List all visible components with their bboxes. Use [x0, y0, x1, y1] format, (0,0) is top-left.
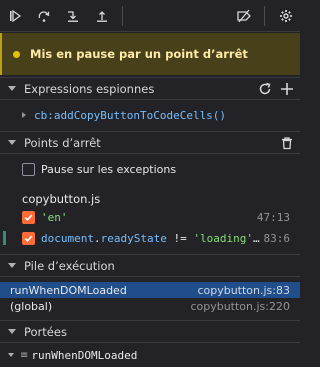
check-icon — [24, 234, 33, 242]
expand-triangle-icon — [8, 353, 14, 357]
pause-exceptions-label: Pause sur les exceptions — [41, 162, 177, 176]
breakpoint-row[interactable]: document.readyState != 'loading'… 83:6 — [0, 229, 300, 247]
function-scope-icon: ≡ — [20, 349, 29, 361]
scope-row[interactable]: ≡ runWhenDOMLoaded — [0, 347, 300, 363]
paused-banner: Mis en pause par un point d’arrêt — [0, 33, 300, 75]
watch-expression-text: cb:addCopyButtonToCodeCells() — [34, 108, 227, 122]
scopes-header[interactable]: Portées — [0, 320, 300, 343]
breakpoint-gutter-marker — [3, 231, 6, 245]
breakpoint-checkbox[interactable] — [22, 210, 35, 224]
breakpoint-checkbox[interactable] — [22, 231, 35, 245]
scopes-title: Portées — [24, 324, 67, 339]
trash-icon[interactable] — [278, 134, 296, 152]
deactivate-breakpoints-button[interactable] — [229, 0, 258, 32]
add-watch-icon[interactable] — [278, 80, 296, 98]
expand-triangle-icon — [8, 329, 16, 334]
watch-expressions-header[interactable]: Expressions espionnes — [0, 77, 300, 100]
deactivate-breakpoints-icon — [236, 9, 251, 22]
expand-triangle-icon — [8, 86, 16, 91]
pause-indicator-icon — [13, 50, 20, 58]
expand-triangle-icon — [8, 140, 16, 145]
scope-name: runWhenDOMLoaded — [31, 348, 138, 362]
breakpoint-line: 47:13 — [256, 210, 290, 224]
frame-location: copybutton.js:220 — [190, 299, 290, 313]
toolbar-separator — [264, 5, 265, 26]
step-in-button[interactable] — [58, 0, 87, 32]
step-over-button[interactable] — [29, 0, 58, 32]
watch-expressions-title: Expressions espionnes — [24, 81, 155, 96]
settings-button[interactable] — [271, 0, 300, 32]
resume-button[interactable] — [0, 0, 29, 32]
breakpoints-title: Points d’arrêt — [24, 135, 101, 150]
check-icon — [24, 213, 33, 221]
pause-on-exceptions-row[interactable]: Pause sur les exceptions — [0, 160, 300, 178]
refresh-icon[interactable] — [256, 80, 274, 98]
step-out-button[interactable] — [87, 0, 116, 32]
pause-exceptions-checkbox[interactable] — [22, 162, 35, 176]
frame-function: (global) — [10, 299, 53, 313]
breakpoint-code: document.readyState != 'loading'… — [41, 231, 260, 245]
step-over-icon — [38, 10, 49, 22]
frame-function: runWhenDOMLoaded — [10, 283, 127, 297]
resume-icon — [9, 9, 21, 22]
call-stack-title: Pile d’exécution — [24, 258, 115, 273]
frame-location: copybutton.js:83 — [197, 283, 290, 297]
step-in-icon — [67, 10, 78, 22]
paused-message: Mis en pause par un point d’arrêt — [30, 47, 248, 61]
breakpoint-code: 'en' — [41, 210, 68, 224]
debugger-toolbar — [0, 0, 300, 32]
stack-frame[interactable]: (global) copybutton.js:220 — [0, 298, 300, 314]
toolbar-separator — [122, 5, 123, 26]
breakpoint-file: copybutton.js — [0, 190, 300, 208]
breakpoints-header[interactable]: Points d’arrêt — [0, 131, 300, 154]
breakpoint-row[interactable]: 'en' 47:13 — [0, 208, 300, 226]
step-out-icon — [96, 10, 107, 22]
expand-triangle-icon — [8, 263, 16, 268]
stack-frame-selected[interactable]: runWhenDOMLoaded copybutton.js:83 — [0, 282, 300, 298]
collapsed-triangle-icon — [22, 112, 26, 118]
settings-icon — [279, 9, 292, 22]
call-stack-header[interactable]: Pile d’exécution — [0, 254, 300, 277]
watch-expression-row[interactable]: cb:addCopyButtonToCodeCells() — [0, 107, 300, 123]
breakpoint-line: 83:6 — [263, 231, 291, 245]
breakpoint-file-name: copybutton.js — [22, 192, 101, 206]
